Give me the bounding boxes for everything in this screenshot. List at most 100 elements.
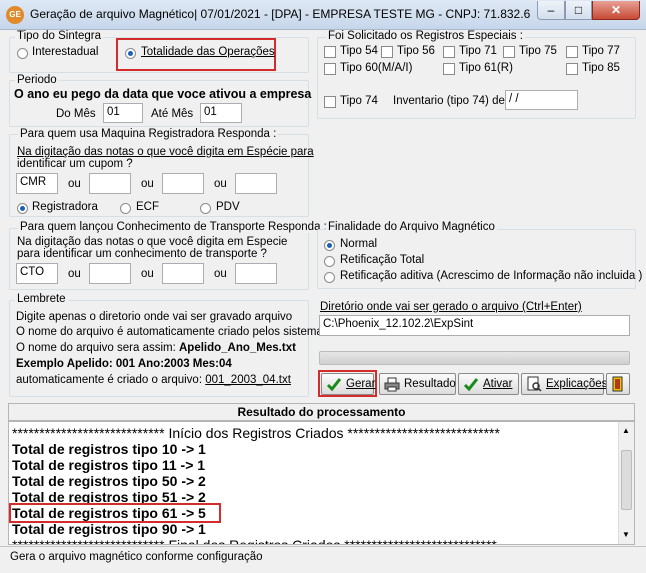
scrollbar-thumb[interactable] — [621, 450, 632, 510]
exit-door-icon — [610, 376, 626, 392]
ou-label: ou — [214, 178, 227, 190]
check-tipo-61r-label[interactable]: Tipo 61(R) — [459, 62, 513, 74]
check-tipo-60-label[interactable]: Tipo 60(M/A/I) — [340, 62, 412, 74]
check-tipo-71[interactable] — [443, 46, 455, 58]
results-header: Resultado do processamento — [8, 403, 635, 421]
explicacoes-button-label: Explicações — [546, 378, 608, 390]
transporte-question-line2: para identificar um conhecimento de tran… — [17, 248, 267, 260]
results-area[interactable]: **************************** Início dos … — [8, 421, 635, 545]
check-tipo-77[interactable] — [566, 46, 578, 58]
maximize-button[interactable]: □ — [565, 1, 592, 20]
radio-ecf[interactable] — [120, 203, 131, 214]
maximize-icon: □ — [574, 3, 583, 17]
minimize-icon: – — [547, 3, 555, 17]
status-bar: Gera o arquivo magnético conforme config… — [0, 546, 646, 573]
conhecimento-especie-input-2[interactable] — [89, 263, 131, 284]
printer-icon — [384, 376, 400, 392]
gerar-button[interactable]: Gerar — [321, 373, 375, 395]
results-line: Total de registros tipo 10 -> 1 — [12, 441, 206, 457]
do-mes-input[interactable]: 01 — [103, 103, 143, 123]
conhecimento-especie-input-1[interactable]: CTO — [16, 263, 58, 284]
radio-totalidade[interactable] — [125, 48, 136, 59]
results-line: Total de registros tipo 90 -> 1 — [12, 521, 206, 537]
inventario-input[interactable]: / / — [505, 90, 578, 110]
results-line: Total de registros tipo 11 -> 1 — [12, 457, 206, 473]
radio-pdv-label[interactable]: PDV — [216, 201, 240, 213]
ativar-button[interactable]: Ativar — [458, 373, 519, 395]
radio-interestadual-label[interactable]: Interestadual — [32, 46, 99, 58]
radio-registradora-label[interactable]: Registradora — [32, 201, 98, 213]
cupom-especie-input-4[interactable] — [235, 173, 277, 194]
checkmark-icon — [463, 376, 479, 392]
check-tipo-75[interactable] — [503, 46, 515, 58]
transporte-question-line1: Na digitação das notas o que você digita… — [17, 236, 288, 248]
close-icon: ✕ — [610, 3, 622, 17]
check-tipo-75-label[interactable]: Tipo 75 — [519, 45, 557, 57]
maquina-question-line1: Na digitação das notas o que você digita… — [17, 146, 314, 158]
check-tipo-54-label[interactable]: Tipo 54 — [340, 45, 378, 57]
cupom-especie-input-1[interactable]: CMR — [16, 173, 58, 194]
periodo-legend: Periodo — [15, 74, 59, 86]
registros-especiais-legend: Foi Solicitado os Registros Especiais : — [326, 30, 525, 42]
check-tipo-56[interactable] — [381, 46, 393, 58]
check-tipo-85-label[interactable]: Tipo 85 — [582, 62, 620, 74]
scroll-up-icon[interactable]: ▲ — [622, 426, 630, 435]
radio-pdv[interactable] — [200, 203, 211, 214]
do-mes-label: Do Mês — [56, 108, 96, 120]
lembrete-line3: O nome do arquivo sera assim: Apelido_An… — [16, 342, 296, 354]
inventario-label: Inventario (tipo 74) de : — [393, 95, 512, 107]
close-button[interactable]: ✕ — [592, 1, 640, 20]
results-line: **************************** Início dos … — [12, 425, 500, 441]
ou-label: ou — [214, 268, 227, 280]
radio-normal[interactable] — [324, 240, 335, 251]
cupom-especie-input-2[interactable] — [89, 173, 131, 194]
check-tipo-54[interactable] — [324, 46, 336, 58]
results-line: **************************** Final dos R… — [12, 537, 497, 545]
check-tipo-61r[interactable] — [443, 63, 455, 75]
exit-button[interactable] — [606, 373, 630, 395]
radio-interestadual[interactable] — [17, 48, 28, 59]
radio-registradora[interactable] — [17, 203, 28, 214]
conhecimento-especie-input-4[interactable] — [235, 263, 277, 284]
ate-mes-input[interactable]: 01 — [200, 103, 242, 123]
progress-bar — [319, 351, 630, 365]
check-tipo-56-label[interactable]: Tipo 56 — [397, 45, 435, 57]
results-scrollbar[interactable]: ▲ ▼ — [618, 422, 634, 544]
check-tipo-74-label[interactable]: Tipo 74 — [340, 95, 378, 107]
lembrete-line1: Digite apenas o diretorio onde vai ser g… — [16, 311, 293, 323]
transporte-legend: Para quem lançou Conhecimento de Transpo… — [18, 221, 329, 233]
lembrete-line4: Exemplo Apelido: 001 Ano:2003 Mes:04 — [16, 358, 232, 370]
check-tipo-60[interactable] — [324, 63, 336, 75]
check-tipo-74[interactable] — [324, 96, 336, 108]
explicacoes-button[interactable]: Explicações — [521, 373, 608, 395]
results-line: Total de registros tipo 50 -> 2 — [12, 473, 206, 489]
radio-retificacao-aditiva[interactable] — [324, 272, 335, 283]
resultado-button[interactable]: Resultado — [379, 373, 456, 395]
minimize-button[interactable]: – — [537, 1, 565, 20]
radio-retificacao-total[interactable] — [324, 256, 335, 267]
diretorio-input[interactable]: C:\Phoenix_12.102.2\ExpSint — [319, 315, 630, 336]
lembrete-line5: automaticamente é criado o arquivo: 001_… — [16, 374, 291, 386]
maquina-registradora-legend: Para quem usa Maquina Registradora Respo… — [18, 128, 279, 140]
radio-retificacao-total-label[interactable]: Retificação Total — [340, 254, 424, 266]
resultado-button-label: Resultado — [404, 378, 456, 390]
radio-normal-label[interactable]: Normal — [340, 238, 377, 250]
tipo-sintegra-legend: Tipo do Sintegra — [15, 30, 103, 42]
check-tipo-85[interactable] — [566, 63, 578, 75]
radio-retificacao-aditiva-label[interactable]: Retificação aditiva (Acrescimo de Inform… — [340, 270, 642, 282]
conhecimento-especie-input-3[interactable] — [162, 263, 204, 284]
radio-totalidade-label[interactable]: Totalidade das Operações — [141, 46, 275, 58]
highlight-tipo-61 — [9, 503, 221, 523]
ate-mes-label: Até Mês — [151, 108, 194, 120]
ou-label: ou — [68, 178, 81, 190]
scroll-down-icon[interactable]: ▼ — [622, 530, 630, 539]
check-tipo-77-label[interactable]: Tipo 77 — [582, 45, 620, 57]
cupom-especie-input-3[interactable] — [162, 173, 204, 194]
lembrete-filename-pattern: Apelido_Ano_Mes.txt — [179, 342, 296, 354]
check-tipo-71-label[interactable]: Tipo 71 — [459, 45, 497, 57]
lembrete-line3-prefix: O nome do arquivo sera assim: — [16, 342, 179, 354]
window-title: Geração de arquivo Magnético| 07/01/2021… — [30, 7, 530, 21]
ativar-button-label: Ativar — [483, 378, 513, 390]
radio-ecf-label[interactable]: ECF — [136, 201, 159, 213]
finalidade-legend: Finalidade do Arquivo Magnético — [326, 221, 497, 233]
